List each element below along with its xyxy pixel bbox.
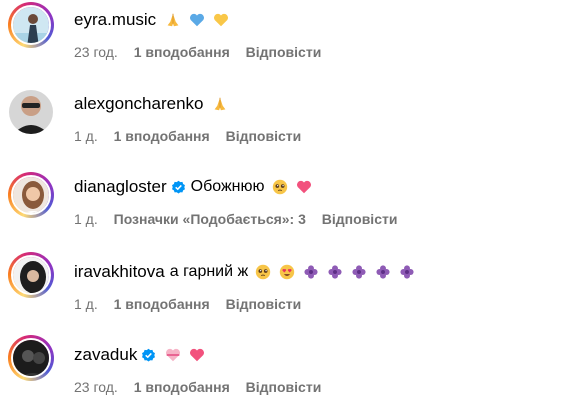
pleading-face-icon bbox=[272, 179, 287, 195]
comment-time[interactable]: 23 год. bbox=[74, 44, 118, 60]
verified-badge-icon bbox=[171, 180, 185, 193]
purple-flower-icon bbox=[352, 265, 366, 279]
verified-badge-icon bbox=[142, 348, 156, 361]
likes-count[interactable]: 1 вподобання bbox=[134, 44, 230, 60]
purple-flower-icon bbox=[400, 265, 414, 279]
comment-time[interactable]: 1 д. bbox=[74, 128, 98, 144]
comment-item: eyra.music 23 год. 1 вподобання Відповіс… bbox=[0, 0, 575, 68]
reply-button[interactable]: Відповісти bbox=[246, 44, 322, 60]
reply-button[interactable]: Відповісти bbox=[226, 128, 302, 144]
username[interactable]: iravakhitova bbox=[74, 261, 165, 283]
reply-button[interactable]: Відповісти bbox=[226, 296, 302, 312]
avatar[interactable] bbox=[8, 2, 54, 48]
avatar[interactable] bbox=[8, 335, 54, 381]
likes-count[interactable]: 1 вподобання bbox=[134, 379, 230, 395]
likes-count[interactable]: 1 вподобання bbox=[114, 128, 210, 144]
username[interactable]: alexgoncharenko bbox=[74, 93, 203, 115]
comment-time[interactable]: 23 год. bbox=[74, 379, 118, 395]
blue-heart-icon bbox=[190, 13, 205, 27]
pink-heart-icon bbox=[296, 180, 311, 194]
comment-time[interactable]: 1 д. bbox=[74, 211, 98, 227]
heart-with-ribbon-icon bbox=[166, 348, 181, 362]
username[interactable]: zavaduk bbox=[74, 344, 137, 366]
pleading-face-icon bbox=[256, 264, 271, 280]
comment-item: zavaduk 23 год. 1 вподобання Відповісти bbox=[0, 335, 575, 403]
folded-hands-icon bbox=[167, 13, 179, 27]
comment-item: alexgoncharenko 1 д. 1 вподобання Відпов… bbox=[0, 84, 575, 152]
heart-eyes-icon bbox=[280, 264, 295, 280]
reply-button[interactable]: Відповісти bbox=[246, 379, 322, 395]
likes-count[interactable]: 1 вподобання bbox=[114, 296, 210, 312]
comment-item: dianagloster Обожнюю 1 д. Позначки «Подо… bbox=[0, 167, 575, 235]
purple-flower-icon bbox=[328, 265, 342, 279]
comment-text: Обожнюю bbox=[190, 178, 265, 195]
pink-heart-icon bbox=[190, 348, 205, 362]
purple-flower-icon bbox=[376, 265, 390, 279]
username[interactable]: eyra.music bbox=[74, 9, 156, 31]
comment-item: iravakhitova а гарний ж 1 д. 1 вподобанн… bbox=[0, 252, 575, 320]
yellow-heart-icon bbox=[214, 13, 229, 27]
comment-text: а гарний ж bbox=[169, 263, 249, 280]
reply-button[interactable]: Відповісти bbox=[322, 211, 398, 227]
likes-count[interactable]: Позначки «Подобається»: 3 bbox=[114, 211, 306, 227]
avatar[interactable] bbox=[8, 252, 54, 298]
comment-time[interactable]: 1 д. bbox=[74, 296, 98, 312]
avatar[interactable] bbox=[8, 172, 54, 218]
folded-hands-icon bbox=[215, 97, 226, 111]
username[interactable]: dianagloster bbox=[74, 176, 167, 198]
purple-flower-icon bbox=[304, 265, 318, 279]
avatar[interactable] bbox=[8, 89, 54, 135]
